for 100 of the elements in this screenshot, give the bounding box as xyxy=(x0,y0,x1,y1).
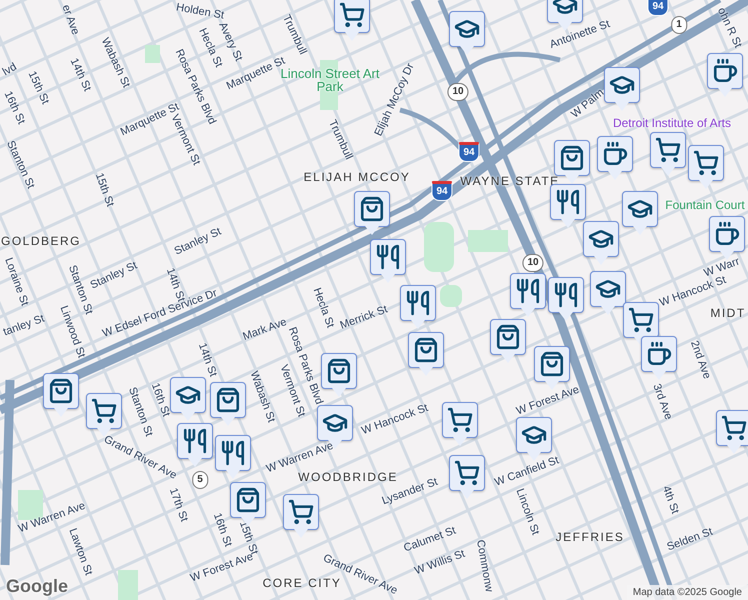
school-marker[interactable] xyxy=(169,377,207,423)
street-label: Loraine St xyxy=(2,256,30,308)
street-label: ohn R St xyxy=(714,6,744,50)
grocery-marker[interactable] xyxy=(282,494,320,540)
cup-icon xyxy=(712,58,738,84)
street-label: er Ave xyxy=(60,4,80,36)
interstate-shield: 94 xyxy=(458,142,480,162)
street-label: W Forest Ave xyxy=(515,384,581,418)
route-shield: 5 xyxy=(192,471,208,489)
park-label: Lincoln Street Art Park xyxy=(280,67,380,93)
shopping-marker[interactable] xyxy=(209,382,247,428)
bag-icon xyxy=(359,196,385,222)
restaurant-marker[interactable] xyxy=(549,184,587,230)
street-label: Lincoln St xyxy=(514,487,540,537)
grocery-marker[interactable] xyxy=(441,402,479,448)
interstate-shield: 94 xyxy=(431,181,453,201)
fork-knife-icon xyxy=(220,440,246,466)
restaurant-marker[interactable] xyxy=(214,435,252,481)
grocery-marker[interactable] xyxy=(333,0,371,43)
cart-icon xyxy=(655,137,681,163)
cafe-marker[interactable] xyxy=(706,53,744,99)
grocery-marker[interactable] xyxy=(687,145,725,191)
neighborhood-label: ELIJAH MCCOY xyxy=(304,171,410,183)
restaurant-marker[interactable] xyxy=(399,285,437,331)
street-label: 3rd Ave xyxy=(650,382,674,422)
street-label: 14th St xyxy=(68,56,92,94)
cart-icon xyxy=(339,2,365,28)
street-label: Merrick St xyxy=(338,304,390,332)
restaurant-marker[interactable] xyxy=(369,239,407,285)
school-marker[interactable] xyxy=(589,271,627,317)
street-label: 14th St xyxy=(196,342,218,378)
neighborhood-label: GOLDBERG xyxy=(1,235,81,247)
street-label: Holden St xyxy=(175,2,225,22)
cup-icon xyxy=(714,221,740,247)
shopping-marker[interactable] xyxy=(353,191,391,237)
cafe-marker[interactable] xyxy=(596,136,634,182)
fork-knife-icon xyxy=(515,278,541,304)
street-label: tanley St xyxy=(2,314,46,338)
grocery-marker[interactable] xyxy=(649,132,687,178)
grocery-marker[interactable] xyxy=(622,302,660,348)
cart-icon xyxy=(447,407,473,433)
cart-icon xyxy=(454,460,480,486)
neighborhood-label: WOODBRIDGE xyxy=(298,471,398,483)
bag-icon xyxy=(413,337,439,363)
grocery-marker[interactable] xyxy=(448,455,486,501)
bag-icon xyxy=(539,351,565,377)
street-label: Mark Ave xyxy=(242,317,288,343)
fork-knife-icon xyxy=(553,282,579,308)
street-label: 16th St xyxy=(148,382,172,418)
street-label: Hecla St xyxy=(310,286,336,330)
route-shield: 1 xyxy=(671,16,687,34)
route-shield: 10 xyxy=(447,83,469,101)
neighborhood-label: MIDT xyxy=(710,307,746,319)
cafe-marker[interactable] xyxy=(640,336,678,382)
bag-icon xyxy=(215,387,241,413)
landmark-label: Detroit Institute of Arts xyxy=(612,117,732,129)
street-label: Selden St xyxy=(666,526,714,554)
grocery-marker[interactable] xyxy=(715,410,748,456)
street-label: W Willis St xyxy=(413,548,467,578)
fork-knife-icon xyxy=(182,428,208,454)
cart-icon xyxy=(693,150,719,176)
neighborhood-label: JEFFRIES xyxy=(556,531,624,543)
street-label: 17th St xyxy=(166,486,190,524)
cup-icon xyxy=(646,341,672,367)
bag-icon xyxy=(559,145,585,171)
cup-icon xyxy=(602,141,628,167)
street-label: Commonw xyxy=(474,539,494,593)
bag-icon xyxy=(326,358,352,384)
cart-icon xyxy=(91,398,117,424)
street-label: 15th St xyxy=(26,70,50,106)
street-label: 16th St xyxy=(210,512,234,548)
cart-icon xyxy=(721,415,747,441)
street-label: 15th St xyxy=(92,172,116,208)
school-marker[interactable] xyxy=(603,67,641,113)
street-label: 16th St xyxy=(2,90,26,126)
park-label: Fountain Court xyxy=(665,199,745,211)
street-label: lvd xyxy=(1,62,19,78)
bag-icon xyxy=(495,324,521,350)
bag-icon xyxy=(48,378,74,404)
street-label: Lawton St xyxy=(66,527,94,577)
google-logo: Google xyxy=(6,576,68,597)
cart-icon xyxy=(628,307,654,333)
route-shield: 10 xyxy=(522,254,544,272)
restaurant-marker[interactable] xyxy=(509,273,547,319)
school-marker[interactable] xyxy=(448,11,486,57)
school-marker[interactable] xyxy=(582,221,620,267)
shopping-marker[interactable] xyxy=(489,319,527,365)
restaurant-marker[interactable] xyxy=(176,423,214,469)
shopping-marker[interactable] xyxy=(407,332,445,378)
fork-knife-icon xyxy=(405,290,431,316)
fork-knife-icon xyxy=(375,244,401,270)
school-marker[interactable] xyxy=(621,191,659,237)
restaurant-marker[interactable] xyxy=(547,277,585,323)
bag-icon xyxy=(235,487,261,513)
neighborhood-label: CORE CITY xyxy=(262,577,342,589)
cart-icon xyxy=(288,499,314,525)
fork-knife-icon xyxy=(555,189,581,215)
shopping-marker[interactable] xyxy=(42,373,80,419)
street-label: 4th St xyxy=(660,484,680,516)
street-label: 2nd Ave xyxy=(688,340,712,380)
